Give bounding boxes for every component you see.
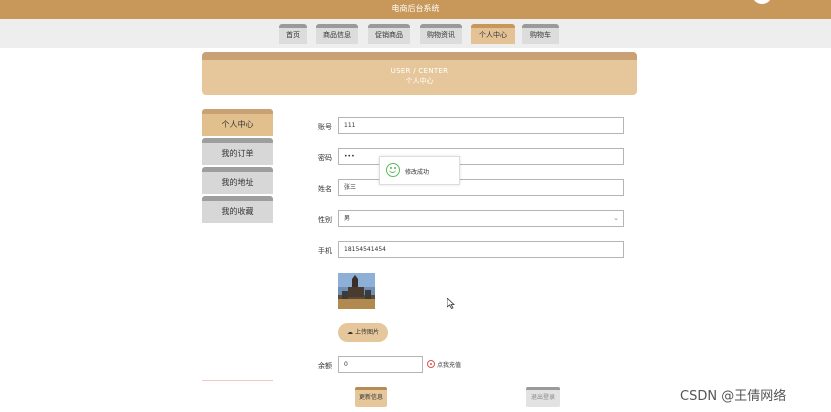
banner-title-en: USER / CENTER	[390, 67, 449, 75]
gender-value: 男	[344, 215, 351, 222]
gender-select[interactable]: 男 ⌄	[338, 210, 624, 227]
sidebar-item-user-center[interactable]: 个人中心	[202, 109, 273, 136]
main-nav: 首页 商品信息 促销商品 购物资讯 个人中心 购物车	[0, 19, 831, 48]
upload-image-button[interactable]: ☁ 上传图片	[338, 323, 388, 342]
smile-icon	[386, 163, 400, 177]
name-label: 姓名	[318, 185, 332, 193]
balance-field[interactable]: 0	[338, 356, 423, 373]
chevron-down-icon: ⌄	[613, 214, 619, 222]
password-label: 密码	[318, 154, 332, 162]
banner-title-cn: 个人中心	[405, 77, 434, 85]
logout-button[interactable]: 退出登录	[526, 387, 560, 407]
watermark-text: CSDN @王倩网络	[680, 389, 787, 404]
sidebar-divider	[202, 380, 273, 381]
gender-label: 性别	[318, 216, 332, 224]
toast-message: 修改成功	[405, 169, 430, 176]
mouse-cursor-icon	[446, 294, 456, 313]
upload-icon: ☁	[347, 329, 354, 336]
update-info-button[interactable]: 更新信息	[355, 387, 387, 407]
phone-label: 手机	[318, 247, 332, 255]
balance-label: 余额	[318, 362, 332, 370]
nav-item-cart[interactable]: 购物车	[522, 24, 559, 44]
account-label: 账号	[318, 123, 332, 131]
phone-field[interactable]: 18154541454	[338, 241, 624, 258]
nav-item-home[interactable]: 首页	[279, 24, 307, 44]
avatar-photo	[338, 273, 375, 309]
account-field[interactable]: 111	[338, 117, 624, 134]
recharge-label: 点我充值	[437, 362, 462, 369]
nav-item-products[interactable]: 商品信息	[316, 24, 358, 44]
page-banner: USER / CENTER 个人中心	[202, 52, 637, 95]
nav-item-user-center[interactable]: 个人中心	[471, 24, 515, 44]
sidebar-item-favorites[interactable]: 我的收藏	[202, 196, 273, 223]
sidebar-item-orders[interactable]: 我的订单	[202, 138, 273, 165]
success-toast: 修改成功	[379, 156, 460, 185]
nav-item-news[interactable]: 购物资讯	[420, 24, 462, 44]
upload-label: 上传图片	[354, 329, 379, 336]
top-header: 电商后台系统	[0, 0, 831, 19]
recharge-link[interactable]: 点我充值	[427, 360, 461, 369]
site-title: 电商后台系统	[391, 4, 440, 13]
sidebar-item-address[interactable]: 我的地址	[202, 167, 273, 194]
recharge-icon	[427, 360, 435, 368]
nav-item-promotions[interactable]: 促销商品	[368, 24, 410, 44]
